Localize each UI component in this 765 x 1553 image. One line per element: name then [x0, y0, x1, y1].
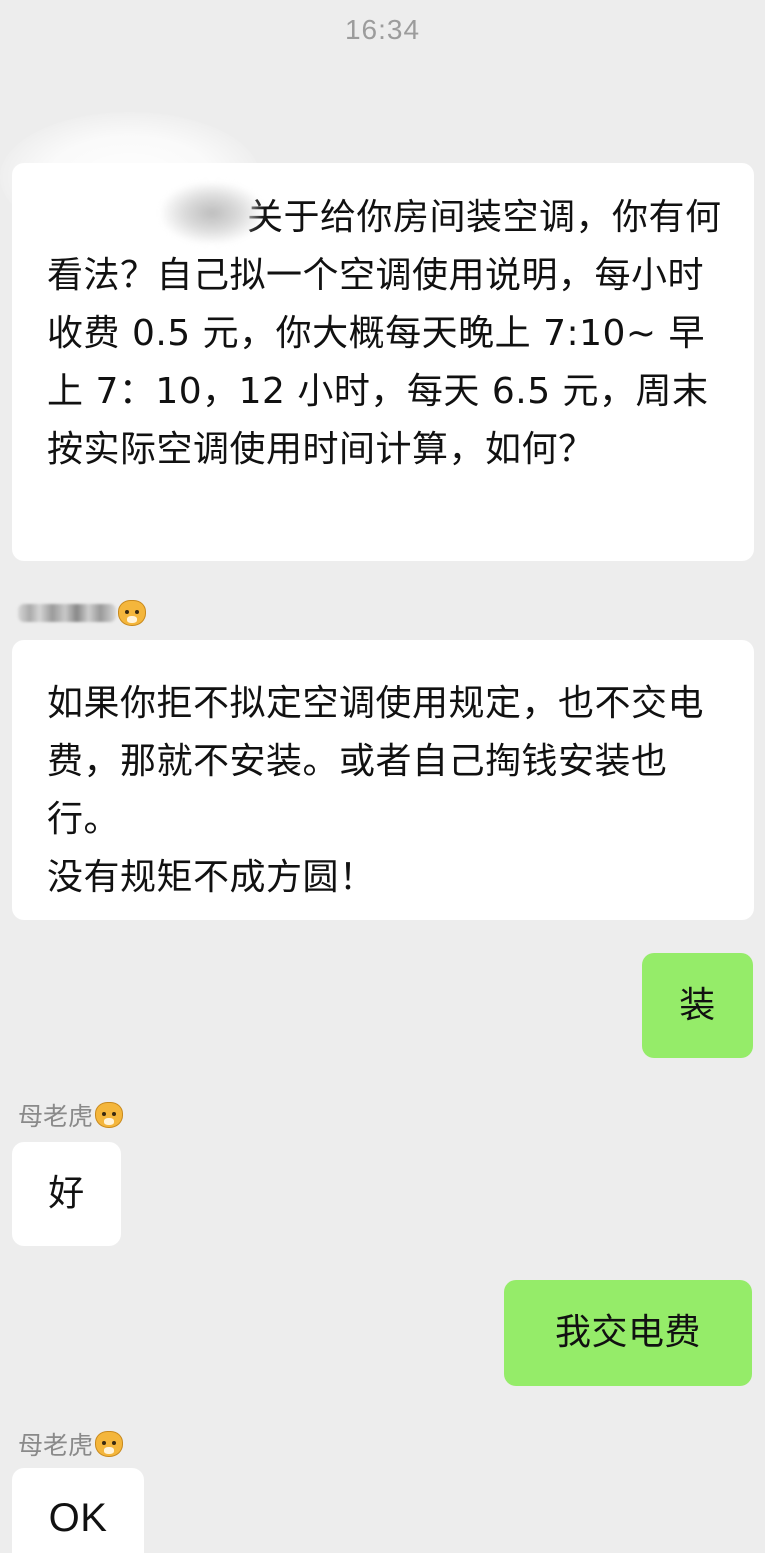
message-text: 关于给你房间装空调，你有何看法？自己拟一个空调使用说明，每小时收费 0.5 元，… — [47, 197, 722, 470]
redacted-name-blur — [162, 183, 262, 243]
message-text: 好 — [48, 1173, 85, 1214]
sender-name: 母老虎 — [18, 1426, 124, 1462]
message-text: 装 — [679, 984, 716, 1026]
sender-name — [18, 600, 146, 626]
message-bubble-incoming[interactable]: 关于给你房间装空调，你有何看法？自己拟一个空调使用说明，每小时收费 0.5 元，… — [12, 163, 754, 561]
message-bubble-outgoing[interactable]: 装 — [642, 953, 753, 1058]
tiger-icon — [95, 1102, 124, 1128]
message-text: 我交电费 — [554, 1312, 701, 1353]
tiger-icon — [118, 600, 146, 626]
sender-name-text: 母老虎 — [18, 1102, 94, 1131]
tiger-icon — [95, 1431, 124, 1457]
message-text: 如果你拒不拟定空调使用规定，也不交电费，那就不安装。或者自己掏钱安装也行。 没有… — [47, 683, 705, 898]
message-text: OK — [48, 1496, 108, 1540]
message-bubble-incoming[interactable]: 好 — [12, 1142, 121, 1246]
message-bubble-incoming[interactable]: 如果你拒不拟定空调使用规定，也不交电费，那就不安装。或者自己掏钱安装也行。 没有… — [12, 640, 754, 920]
redacted-sender-name — [18, 604, 116, 622]
sender-name-text: 母老虎 — [18, 1431, 94, 1460]
message-bubble-incoming[interactable]: OK — [12, 1468, 144, 1553]
sender-name: 母老虎 — [18, 1097, 124, 1133]
message-bubble-outgoing[interactable]: 我交电费 — [504, 1280, 752, 1386]
message-timestamp: 16:34 — [344, 14, 421, 45]
